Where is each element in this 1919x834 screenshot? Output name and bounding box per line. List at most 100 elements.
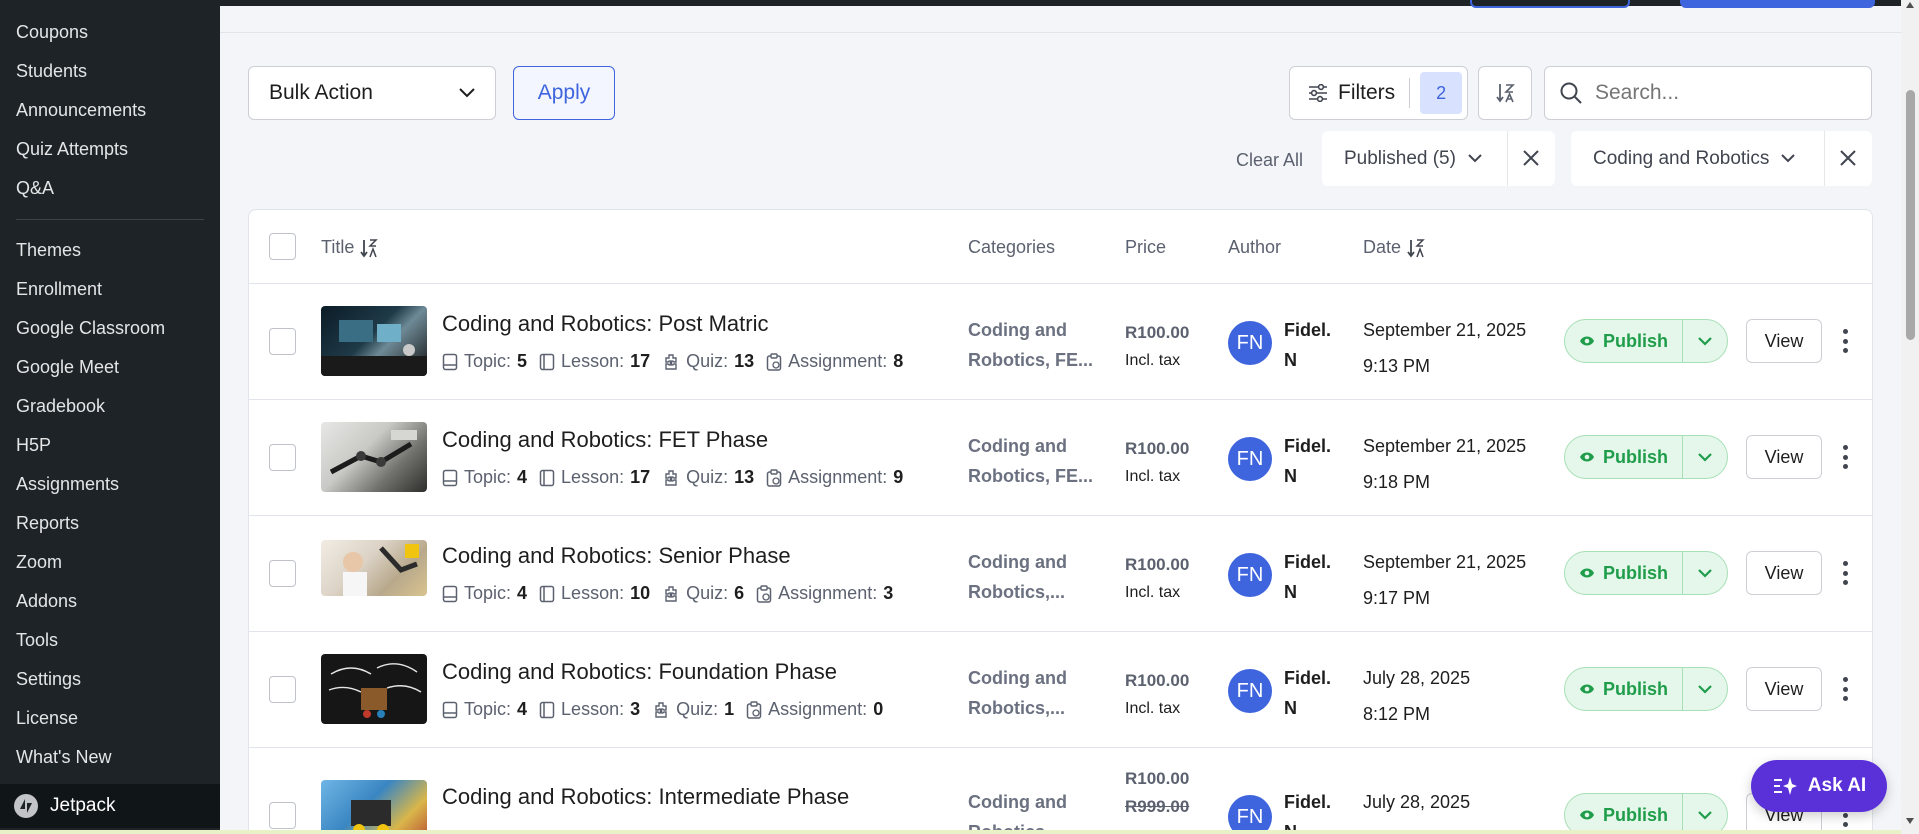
author-line: Fidel. [1284,320,1332,340]
author-name: Fidel. N [1284,315,1331,375]
bulk-action-select[interactable]: Bulk Action [248,66,496,120]
row-checkbox[interactable] [269,802,296,829]
filters-button[interactable]: Filters 2 [1289,66,1468,120]
view-button[interactable]: View [1746,319,1822,363]
scroll-up-icon[interactable] [1906,2,1914,8]
status-separator [1682,552,1683,594]
course-title[interactable]: Coding and Robotics: Senior Phase [442,543,791,569]
sidebar-item-google-classroom[interactable]: Google Classroom [16,318,165,339]
header-primary-button[interactable] [1680,0,1875,8]
course-title[interactable]: Coding and Robotics: Foundation Phase [442,659,837,685]
status-dropdown[interactable]: Publish [1564,435,1728,479]
bulk-action-label: Bulk Action [269,81,373,104]
quiz-label: Quiz: [686,351,729,371]
topic-icon [442,469,458,486]
more-options-icon[interactable] [1836,674,1854,704]
course-meta: Topic: 5 Lesson: 17 Quiz: 13 Assignment: 8 [442,351,915,372]
header-outline-button[interactable] [1470,0,1630,8]
select-all-checkbox[interactable] [269,233,296,260]
assignment-count: 0 [873,699,884,719]
table-row: Coding and Robotics: Intermediate Phase … [249,748,1872,834]
course-thumbnail[interactable] [321,654,427,724]
ask-ai-label: Ask AI [1807,775,1867,796]
assignment-count: 3 [883,583,894,603]
status-dropdown[interactable]: Publish [1564,793,1728,834]
quiz-icon [655,701,667,718]
sidebar-item-addons[interactable]: Addons [16,591,77,612]
course-thumbnail[interactable] [321,540,427,596]
topic-label: Topic: [464,699,512,719]
view-button[interactable]: View [1746,435,1822,479]
sidebar-item-students[interactable]: Students [16,61,87,82]
avatar: FN [1228,437,1272,481]
avatar: FN [1228,321,1272,365]
sidebar-item-whats-new[interactable]: What's New [16,747,111,768]
assignment-icon [766,352,782,371]
more-options-icon[interactable] [1836,326,1854,356]
sidebar-item-h5p[interactable]: H5P [16,435,51,456]
sort-button[interactable] [1478,66,1532,120]
column-header-date[interactable]: Date [1363,237,1425,258]
status-dropdown[interactable]: Publish [1564,667,1728,711]
sidebar-item-reports[interactable]: Reports [16,513,79,534]
apply-button[interactable]: Apply [513,66,615,120]
sidebar-item-settings[interactable]: Settings [16,669,81,690]
sidebar-item-gradebook[interactable]: Gradebook [16,396,105,417]
course-thumbnail[interactable] [321,422,427,492]
search-input[interactable] [1595,81,1845,105]
status-dropdown[interactable]: Publish [1564,551,1728,595]
sidebar-item-google-meet[interactable]: Google Meet [16,357,119,378]
sidebar-item-qa[interactable]: Q&A [16,178,54,199]
lesson-count: 10 [630,583,651,603]
column-header-title[interactable]: Title [321,237,379,258]
quiz-count: 13 [734,467,755,487]
avatar: FN [1228,795,1272,834]
row-checkbox[interactable] [269,676,296,703]
clear-all-link[interactable]: Clear All [1236,150,1303,171]
date-value: July 28, 2025 [1363,792,1471,812]
status-filter-chip[interactable]: Published (5) [1322,131,1555,186]
sidebar-item-zoom[interactable]: Zoom [16,552,62,573]
sidebar-item-quiz-attempts[interactable]: Quiz Attempts [16,139,128,160]
page-scrollbar[interactable] [1901,0,1919,834]
course-thumbnail[interactable] [321,780,427,834]
close-icon[interactable] [1519,146,1543,170]
course-categories: Coding and Robotics,... [968,547,1108,607]
row-checkbox[interactable] [269,444,296,471]
sidebar-item-coupons[interactable]: Coupons [16,22,88,43]
scroll-down-icon[interactable] [1906,818,1914,824]
search-box[interactable] [1544,66,1872,120]
sidebar-item-tools[interactable]: Tools [16,630,58,651]
ask-ai-button[interactable]: Ask AI [1751,760,1887,812]
view-button[interactable]: View [1746,667,1822,711]
scrollbar-thumb[interactable] [1906,90,1915,340]
more-options-icon[interactable] [1836,558,1854,588]
sliders-icon [1309,84,1327,102]
course-title[interactable]: Coding and Robotics: FET Phase [442,427,768,453]
column-title-label: Title [321,237,355,257]
close-icon[interactable] [1836,146,1860,170]
course-categories: Coding and Robotics,... [968,663,1108,723]
sidebar-item-jetpack[interactable]: Jetpack [0,784,220,828]
course-title[interactable]: Coding and Robotics: Intermediate Phase [442,784,849,810]
sidebar-item-enrollment[interactable]: Enrollment [16,279,102,300]
row-checkbox[interactable] [269,560,296,587]
status-filter-label: Published (5) [1344,147,1456,169]
view-button[interactable]: View [1746,551,1822,595]
topic-icon [442,585,458,602]
lesson-label: Lesson: [561,351,625,371]
sidebar-item-license[interactable]: License [16,708,78,729]
price-value: R100.00 [1125,439,1190,458]
course-title[interactable]: Coding and Robotics: Post Matric [442,311,769,337]
status-dropdown[interactable]: Publish [1564,319,1728,363]
eye-icon [1580,452,1594,462]
lesson-label: Lesson: [561,583,625,603]
row-checkbox[interactable] [269,328,296,355]
sidebar-item-assignments[interactable]: Assignments [16,474,119,495]
more-options-icon[interactable] [1836,442,1854,472]
course-thumbnail[interactable] [321,306,427,376]
sidebar-item-themes[interactable]: Themes [16,240,81,261]
avatar: FN [1228,553,1272,597]
sidebar-item-announcements[interactable]: Announcements [16,100,146,121]
category-filter-chip[interactable]: Coding and Robotics [1571,131,1872,186]
